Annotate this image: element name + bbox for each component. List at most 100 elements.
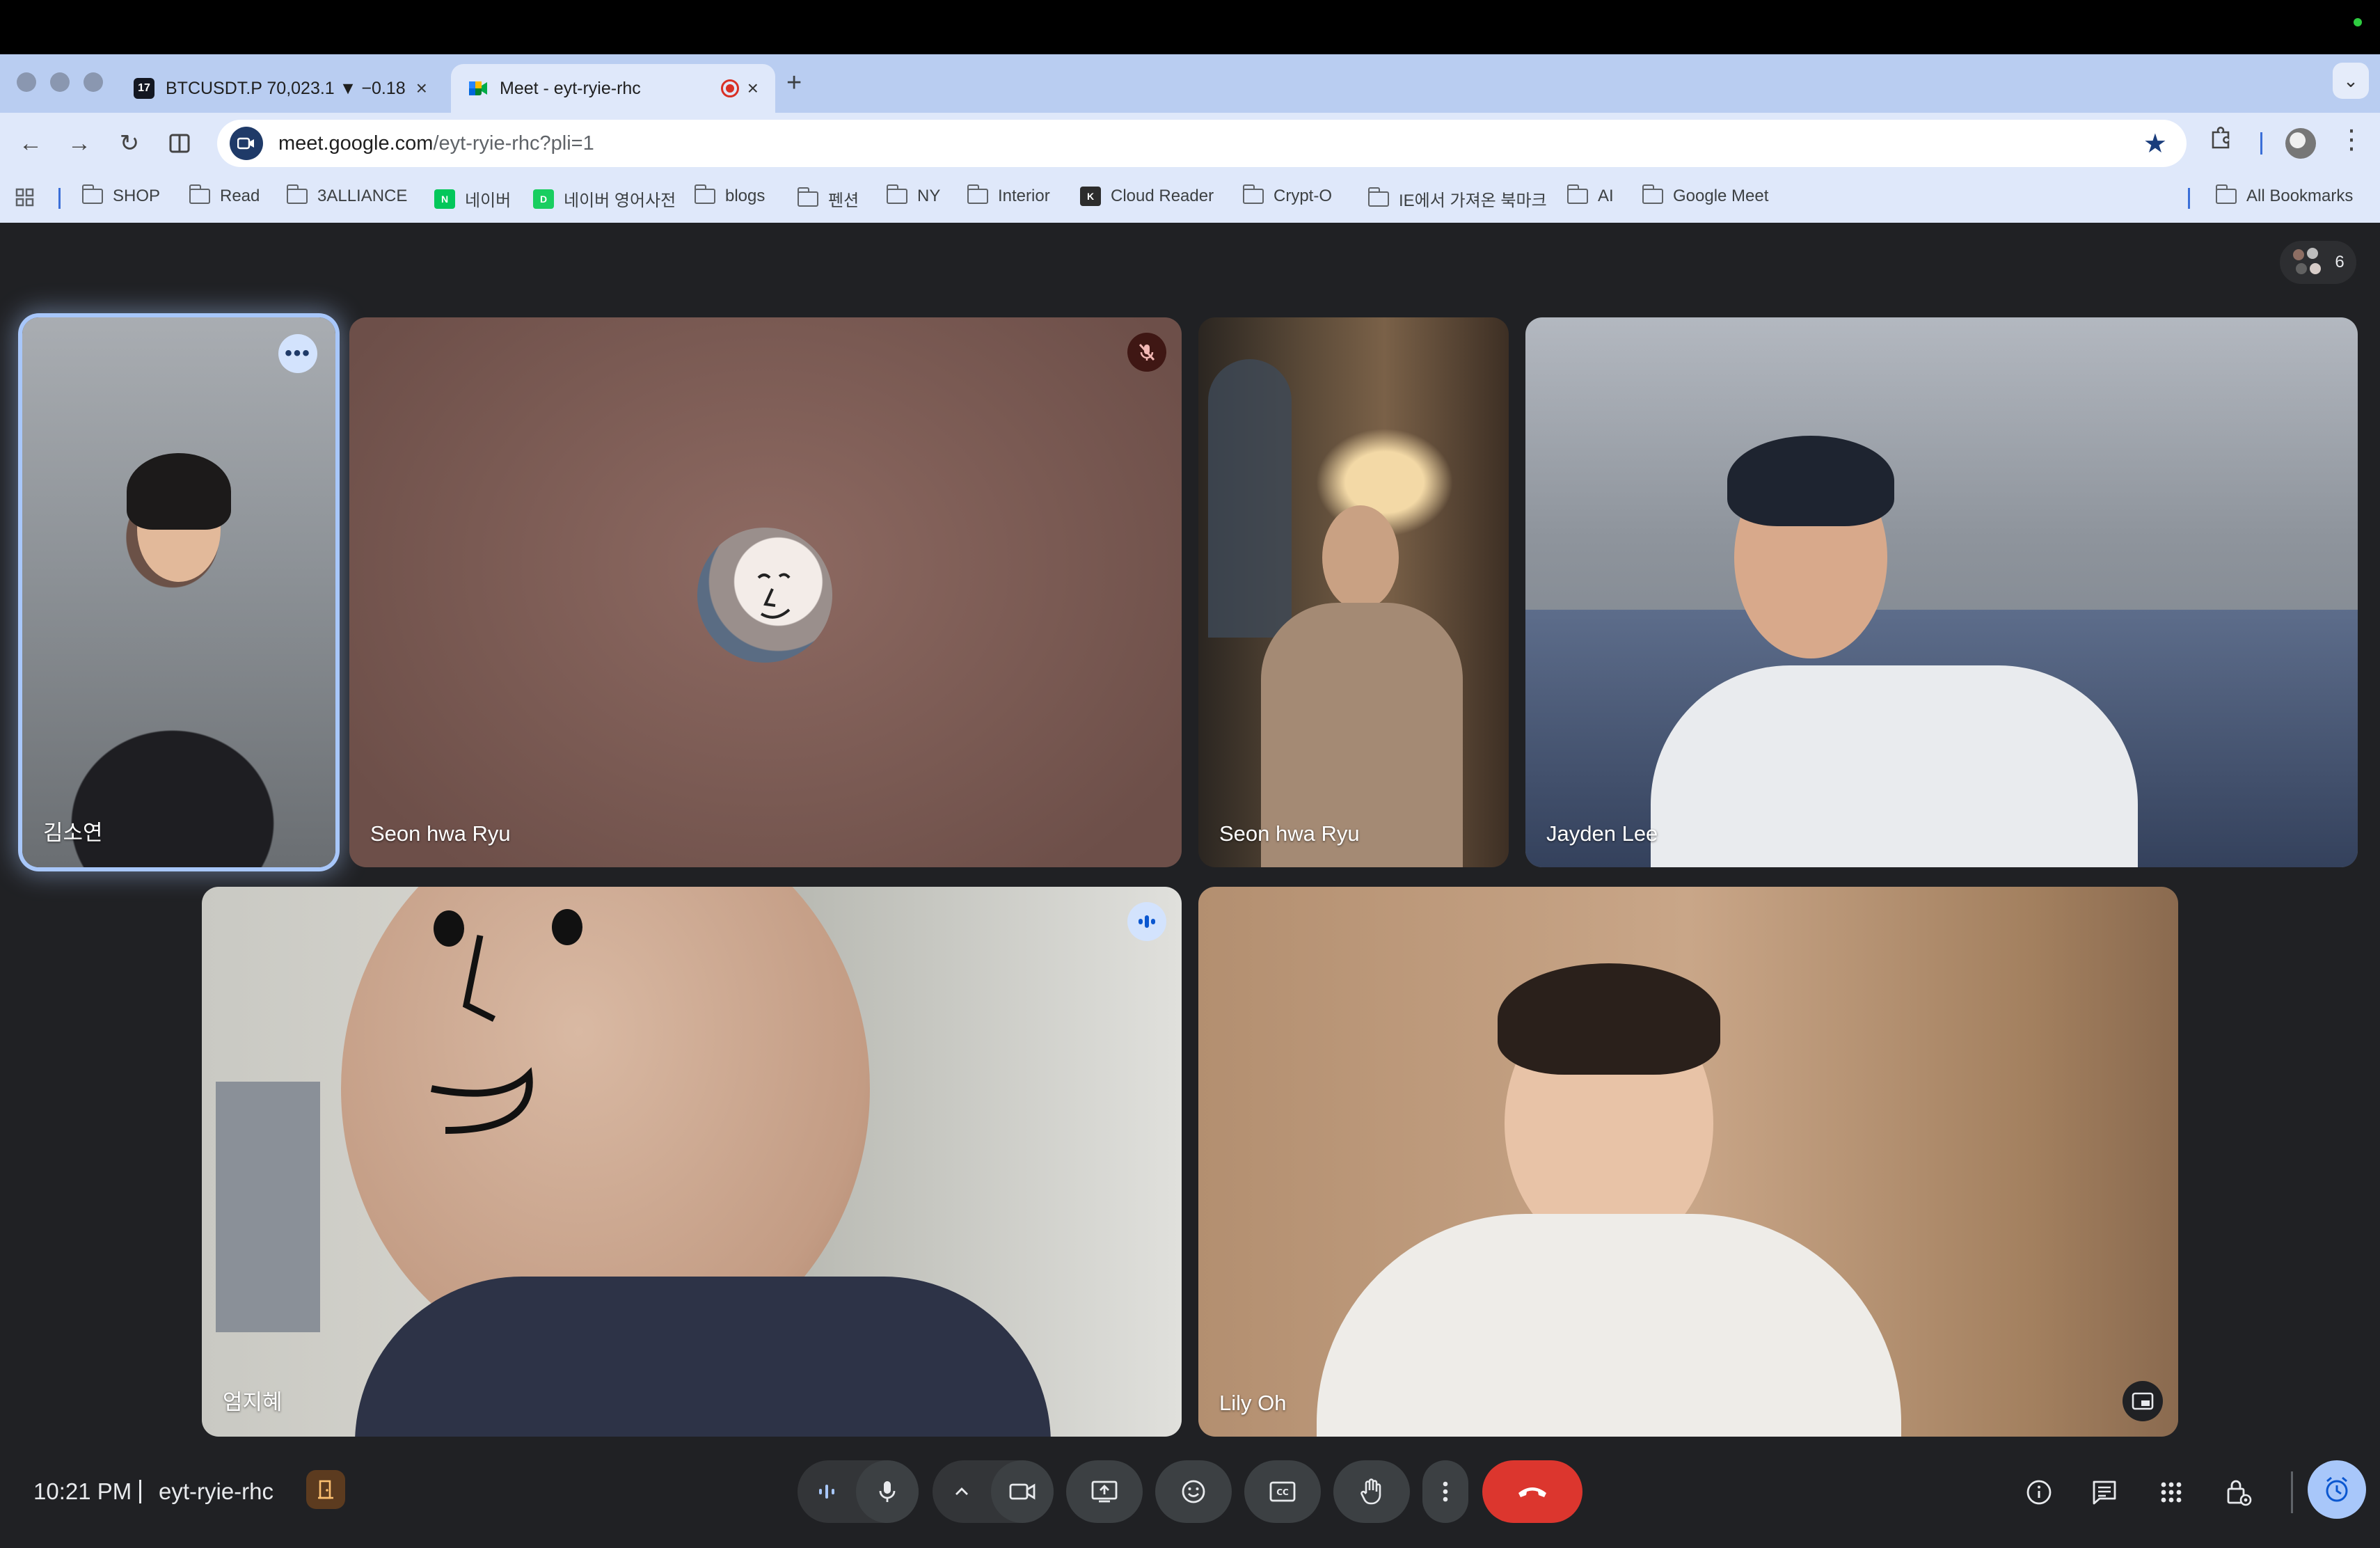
toolbar-divider xyxy=(2260,132,2262,155)
window-minimize-control[interactable] xyxy=(50,72,70,92)
participant-hair xyxy=(1498,963,1720,1075)
mic-control-group xyxy=(798,1460,919,1523)
camera-button[interactable] xyxy=(991,1460,1054,1523)
mic-off-icon xyxy=(1127,333,1166,372)
chat-icon[interactable] xyxy=(2084,1471,2125,1513)
recording-icon xyxy=(720,79,739,97)
meeting-control-bar: 10:21 PM eyt-ryie-rhc CC xyxy=(0,1451,2380,1548)
video-tile-self[interactable]: ••• 김소연 xyxy=(22,317,335,867)
video-tile-lily-oh[interactable]: Lily Oh xyxy=(1198,887,2178,1437)
mic-button[interactable] xyxy=(856,1460,919,1523)
folder-icon xyxy=(286,184,308,204)
more-options-button[interactable] xyxy=(1422,1460,1468,1523)
tab-strip: 17 BTCUSDT.P 70,023.1 ▼ −0.18 × Meet - e… xyxy=(0,54,2380,113)
participant-face xyxy=(1322,505,1399,610)
google-meet-icon xyxy=(468,78,489,99)
video-tile-seon-hwa-ryu-avatar[interactable]: Seon hwa Ryu xyxy=(349,317,1182,867)
apps-grid-icon[interactable] xyxy=(2150,1471,2192,1513)
bookmark-shop[interactable]: SHOP xyxy=(81,184,160,206)
bookmark-interior[interactable]: Interior xyxy=(967,184,1050,206)
footer-divider xyxy=(139,1480,141,1503)
face-doodle-overlay xyxy=(431,909,582,1134)
folder-icon xyxy=(1566,184,1588,204)
emoji-reactions-button[interactable] xyxy=(1155,1460,1232,1523)
split-view-icon[interactable] xyxy=(161,125,198,161)
close-tab-icon[interactable]: × xyxy=(416,77,427,100)
folder-icon xyxy=(886,184,907,204)
participant-name: Seon hwa Ryu xyxy=(1219,821,1360,846)
participant-name: Jayden Lee xyxy=(1546,821,1658,846)
bookmark-google-meet[interactable]: Google Meet xyxy=(1642,184,1768,206)
folder-icon xyxy=(2215,184,2237,204)
activities-timer-icon[interactable] xyxy=(2308,1460,2366,1519)
raise-hand-button[interactable] xyxy=(1333,1460,1410,1523)
meet-stage: 6 ••• 김소연 Seon hwa Ryu Seon hwa Ryu Jayd… xyxy=(0,223,2380,1548)
meeting-details-icon[interactable] xyxy=(2018,1471,2060,1513)
folder-icon xyxy=(1642,184,1663,204)
bookmark-ny[interactable]: NY xyxy=(886,184,940,206)
bookmark-pension[interactable]: 펜션 xyxy=(797,187,859,211)
window-close-control[interactable] xyxy=(17,72,36,92)
tab-btcusdt[interactable]: 17 BTCUSDT.P 70,023.1 ▼ −0.18 × xyxy=(117,64,444,113)
door-icon[interactable] xyxy=(306,1470,345,1509)
bookmark-divider xyxy=(58,188,61,209)
bookmark-ai[interactable]: AI xyxy=(1566,184,1614,206)
bookmark-cloud-reader[interactable]: K Cloud Reader xyxy=(1080,187,1214,206)
bookmark-naver-dictionary[interactable]: D 네이버 영어사전 xyxy=(533,187,676,211)
url-path: /eyt-ryie-rhc?pli=1 xyxy=(433,132,594,155)
video-tile-eom-jihye[interactable]: 엄지혜 xyxy=(202,887,1182,1437)
browser-toolbar: ← → ↻ meet.google.com/eyt-ryie-rhc?pli=1… xyxy=(0,113,2380,174)
video-tile-jayden-lee[interactable]: Jayden Lee xyxy=(1525,317,2358,867)
present-screen-button[interactable] xyxy=(1066,1460,1143,1523)
forward-icon[interactable]: → xyxy=(61,125,97,161)
participant-avatars xyxy=(2292,246,2324,278)
speaking-indicator-icon xyxy=(1127,902,1166,941)
bookmark-read[interactable]: Read xyxy=(189,184,260,206)
participant-body xyxy=(1317,1214,1901,1437)
new-tab-button[interactable]: + xyxy=(786,68,802,98)
more-options-icon[interactable]: ••• xyxy=(278,334,317,373)
participant-hair xyxy=(127,453,231,530)
tab-meet[interactable]: Meet - eyt-ryie-rhc × xyxy=(451,64,775,113)
video-tile-seon-hwa-ryu[interactable]: Seon hwa Ryu xyxy=(1198,317,1509,867)
participants-button[interactable]: 6 xyxy=(2280,241,2356,284)
clock: 10:21 PM xyxy=(33,1478,132,1504)
host-controls-icon[interactable] xyxy=(2217,1471,2259,1513)
window-zoom-control[interactable] xyxy=(84,72,103,92)
naver-dictionary-icon: D xyxy=(533,189,554,209)
apps-grid-icon[interactable] xyxy=(15,188,35,213)
tab-title: BTCUSDT.P 70,023.1 ▼ −0.18 xyxy=(166,78,406,98)
folder-icon xyxy=(694,184,715,204)
tab-search-button[interactable]: ⌄ xyxy=(2333,63,2369,99)
site-info-icon[interactable] xyxy=(230,127,263,160)
url-host: meet.google.com xyxy=(278,132,434,155)
kebab-menu-icon[interactable]: ⋮ xyxy=(2338,124,2365,155)
all-bookmarks[interactable]: All Bookmarks xyxy=(2215,184,2353,206)
background-window xyxy=(1208,359,1292,638)
participant-name: 김소연 xyxy=(43,821,103,845)
address-bar[interactable]: meet.google.com/eyt-ryie-rhc?pli=1 ★ xyxy=(217,120,2187,167)
back-icon[interactable]: ← xyxy=(13,125,49,161)
bookmark-star-icon[interactable]: ★ xyxy=(2143,128,2167,159)
leave-call-button[interactable] xyxy=(1482,1460,1582,1523)
bookmark-ie-imported[interactable]: IE에서 가져온 북마크 xyxy=(1367,187,1547,211)
folder-icon xyxy=(967,184,988,204)
bookmark-naver[interactable]: N 네이버 xyxy=(434,187,511,211)
reload-icon[interactable]: ↻ xyxy=(111,125,148,161)
bookmark-3alliance[interactable]: 3ALLIANCE xyxy=(286,184,407,206)
participant-body xyxy=(355,1277,1051,1437)
chevron-up-icon[interactable] xyxy=(933,1460,991,1523)
profile-avatar[interactable] xyxy=(2285,128,2316,159)
close-tab-icon[interactable]: × xyxy=(747,77,759,100)
extensions-icon[interactable] xyxy=(2209,125,2232,155)
meeting-code: eyt-ryie-rhc xyxy=(159,1478,274,1504)
picture-in-picture-icon[interactable] xyxy=(2123,1381,2163,1421)
svg-text:CC: CC xyxy=(1276,1487,1289,1497)
bookmark-divider xyxy=(2188,188,2190,209)
bookmark-crypt-o[interactable]: Crypt-O xyxy=(1242,184,1332,206)
bookmark-blogs[interactable]: blogs xyxy=(694,184,765,206)
participant-name: 엄지혜 xyxy=(223,1390,283,1414)
audio-options-icon[interactable] xyxy=(798,1460,856,1523)
participant-avatar xyxy=(697,528,832,663)
captions-button[interactable]: CC xyxy=(1244,1460,1321,1523)
